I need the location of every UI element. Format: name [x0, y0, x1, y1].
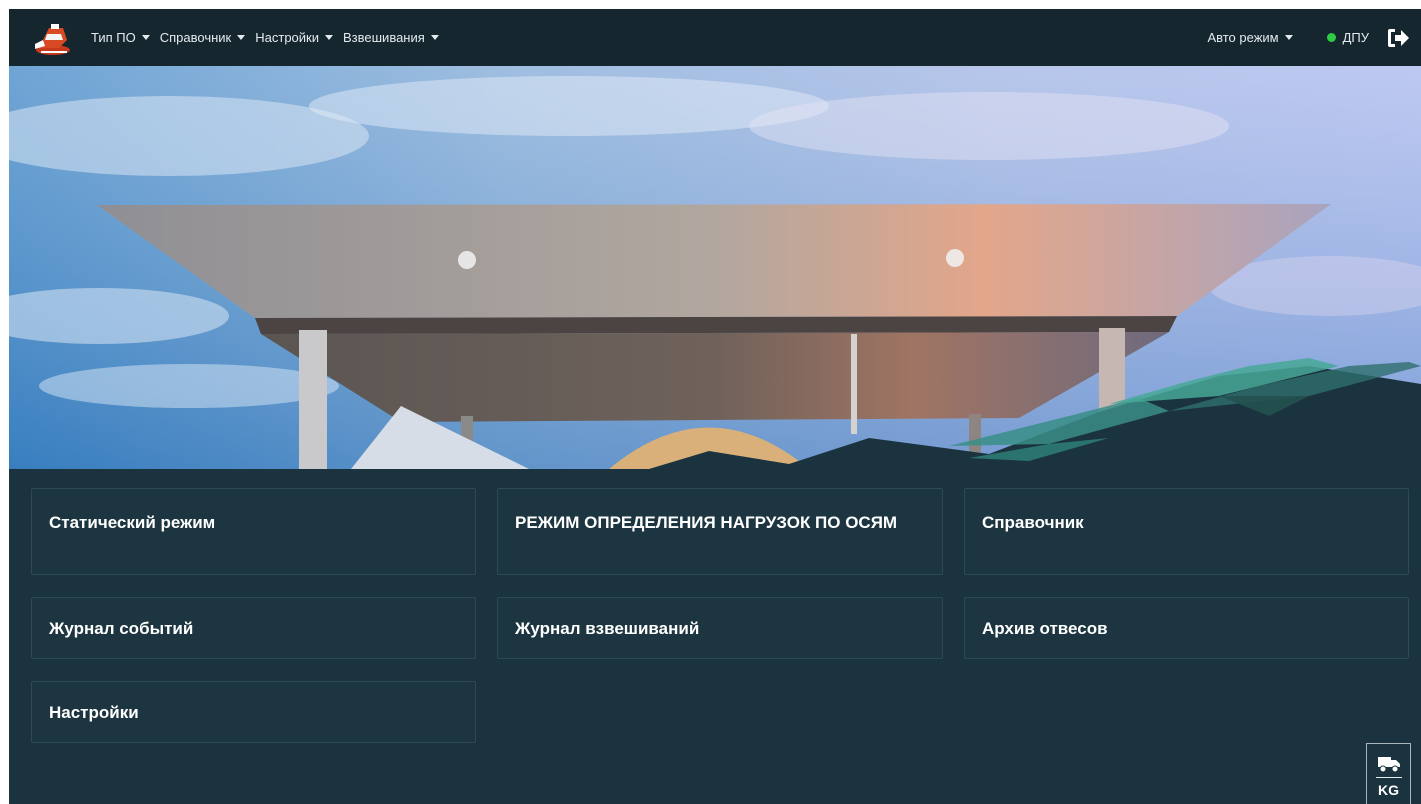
unit-divider	[1375, 777, 1402, 778]
main-menu: Тип ПО Справочник Настройки Взвешивания	[91, 9, 449, 66]
menu-settings-label: Настройки	[255, 30, 319, 45]
tile-reference[interactable]: Справочник	[964, 488, 1409, 575]
menu-reference-label: Справочник	[159, 30, 232, 45]
tile-weighing-log-label: Журнал взвешиваний	[515, 619, 700, 638]
tile-reference-label: Справочник	[982, 513, 1084, 532]
truck-icon	[1377, 753, 1401, 775]
mode-dropdown-label: Авто режим	[1207, 30, 1279, 45]
tile-axle-load-mode-label: РЕЖИМ ОПРЕДЕЛЕНИЯ НАГРУЗОК ПО ОСЯМ	[515, 513, 898, 532]
weighbridge-canopy-photo	[9, 66, 1421, 469]
tile-static-mode[interactable]: Статический режим	[31, 488, 476, 575]
status-label: ДПУ	[1342, 30, 1369, 45]
tile-weighing-log[interactable]: Журнал взвешиваний	[497, 597, 943, 659]
tile-axle-load-mode[interactable]: РЕЖИМ ОПРЕДЕЛЕНИЯ НАГРУЗОК ПО ОСЯМ	[497, 488, 943, 575]
menu-reference[interactable]: Справочник	[160, 30, 246, 45]
unit-label: KG	[1378, 782, 1399, 798]
caret-down-icon	[237, 35, 246, 40]
mode-dropdown[interactable]: Авто режим	[1207, 30, 1293, 45]
logout-icon[interactable]	[1385, 26, 1411, 50]
caret-down-icon	[325, 35, 333, 40]
navbar-right: Авто режим ДПУ	[1207, 9, 1411, 66]
tile-event-log[interactable]: Журнал событий	[31, 597, 476, 659]
tile-event-log-label: Журнал событий	[49, 619, 194, 638]
unit-badge[interactable]: KG	[1366, 743, 1411, 804]
tile-settings-label: Настройки	[49, 703, 139, 722]
caret-down-icon	[1284, 35, 1293, 40]
menu-weighings[interactable]: Взвешивания	[343, 30, 439, 45]
hero-banner	[9, 66, 1421, 469]
caret-down-icon	[430, 35, 439, 40]
tile-weighing-archive-label: Архив отвесов	[982, 619, 1108, 638]
caret-down-icon	[141, 35, 150, 40]
connection-status: ДПУ	[1326, 30, 1369, 45]
menu-software-type[interactable]: Тип ПО	[91, 30, 150, 45]
menu-weighings-label: Взвешивания	[343, 30, 425, 45]
scale-truck-logo-icon[interactable]	[29, 18, 73, 58]
tile-static-mode-label: Статический режим	[49, 513, 216, 532]
app-window: Тип ПО Справочник Настройки Взвешивания …	[9, 9, 1421, 804]
tile-settings[interactable]: Настройки	[31, 681, 476, 743]
menu-software-type-label: Тип ПО	[91, 30, 136, 45]
status-dot-icon	[1326, 33, 1336, 42]
tile-weighing-archive[interactable]: Архив отвесов	[964, 597, 1409, 659]
top-navbar: Тип ПО Справочник Настройки Взвешивания …	[9, 9, 1421, 66]
menu-settings[interactable]: Настройки	[255, 30, 333, 45]
